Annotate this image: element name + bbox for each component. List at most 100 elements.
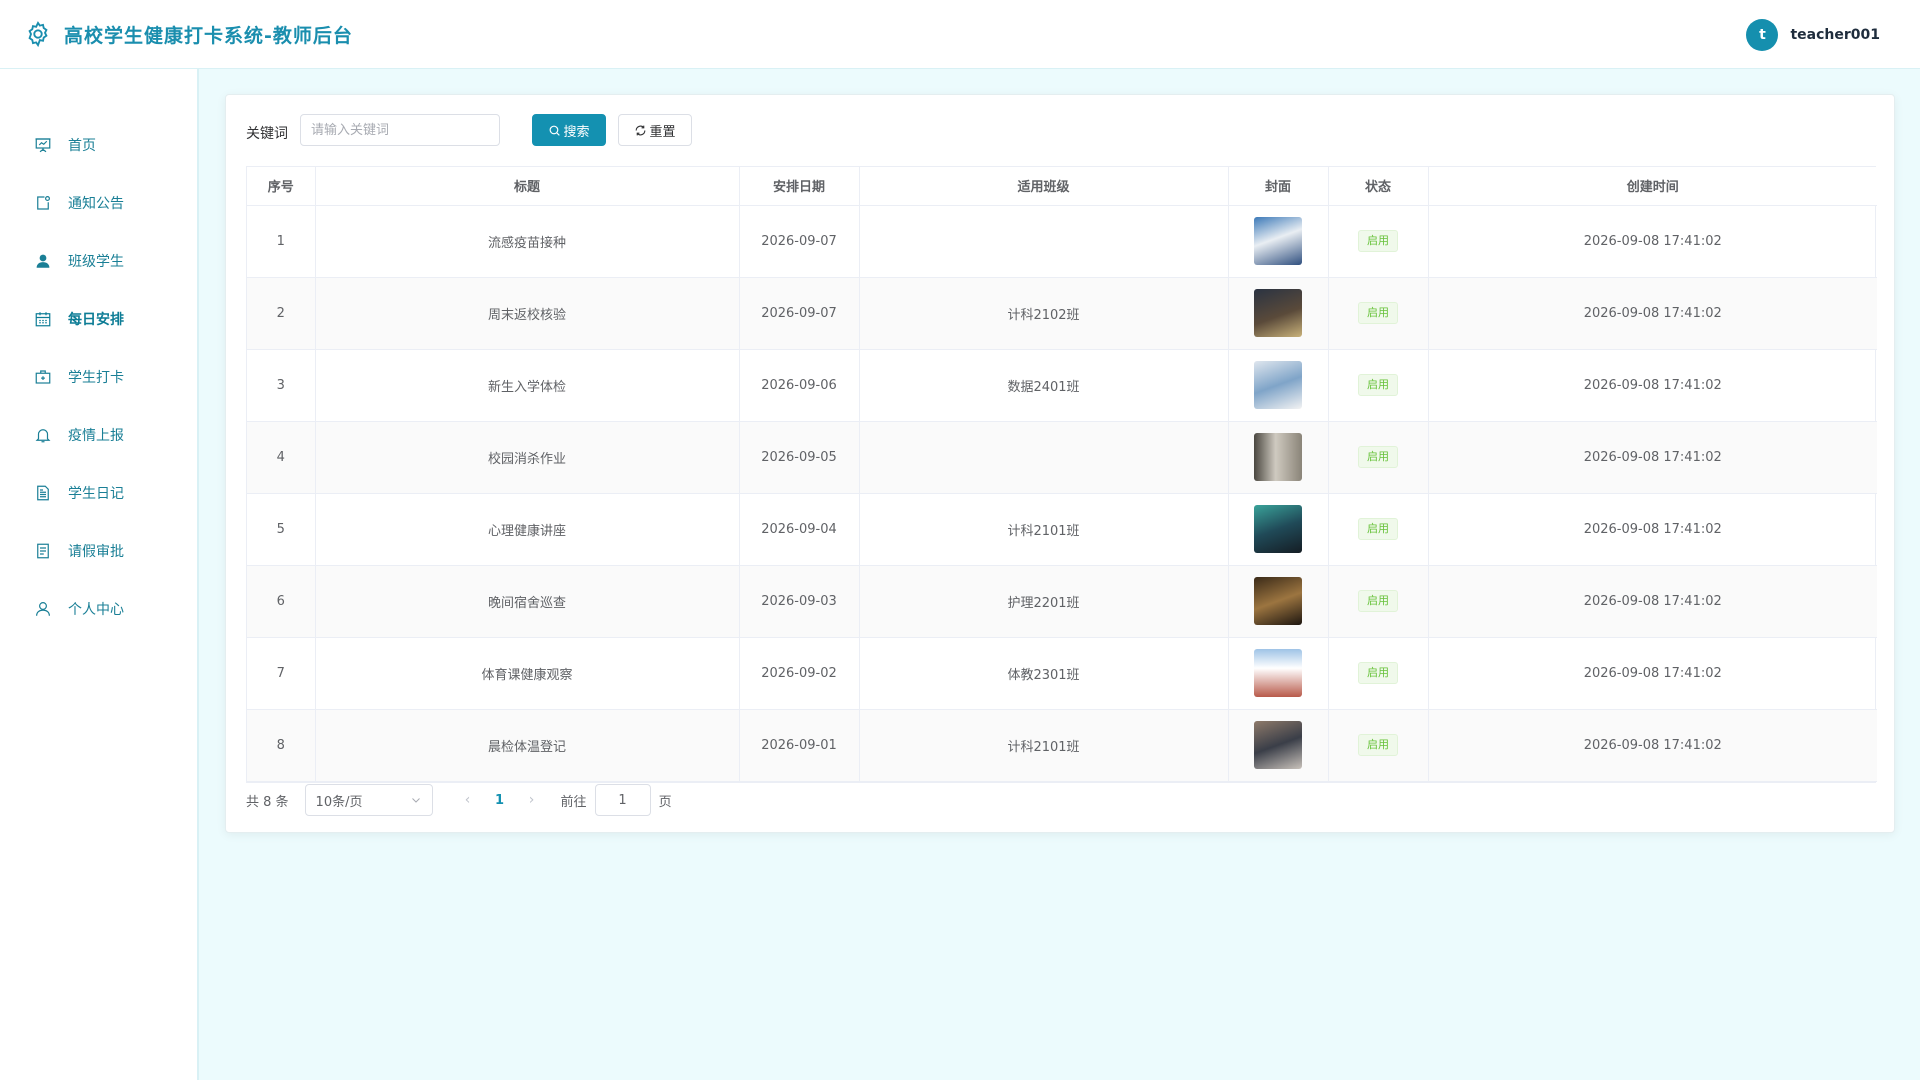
table-row[interactable]: 1 流感疫苗接种 2026-09-07 启用 2026-09-08 17:41:02 [247, 205, 1877, 278]
cell-index: 8 [247, 709, 316, 782]
table-row[interactable]: 3 新生入学体检 2026-09-06 数据2401班 启用 2026-09-08 17:… [247, 349, 1877, 422]
cell-status: 启用 [1328, 565, 1429, 638]
cell-date: 2026-09-04 [739, 493, 860, 566]
sidebar-item-label: 学生打卡 [68, 370, 124, 386]
schedule-table: 序号 标题 安排日期 适用班级 封面 状态 创建时间 1 流感疫苗接种 2026-0… [246, 166, 1877, 783]
sidebar-item-label: 每日安排 [68, 312, 124, 328]
table-row[interactable]: 4 校园消杀作业 2026-09-05 启用 2026-09-08 17:41:02 [247, 421, 1877, 494]
column-header[interactable]: 创建时间 [1428, 167, 1877, 206]
notice-icon [37, 196, 50, 210]
column-header[interactable]: 状态 [1328, 167, 1429, 206]
sidebar-item-students[interactable]: 班级学生 [0, 232, 197, 290]
cover-thumbnail[interactable] [1254, 217, 1302, 265]
cell-status: 启用 [1328, 493, 1429, 566]
username[interactable]: teacher001 [1790, 27, 1880, 43]
page-size-value: 10条/页 [315, 794, 363, 810]
status-badge: 启用 [1358, 662, 1398, 684]
cell-created: 2026-09-08 17:41:02 [1428, 349, 1877, 422]
cell-index: 2 [247, 277, 316, 350]
sidebar-item-label: 首页 [68, 138, 96, 154]
cell-date: 2026-09-03 [739, 565, 860, 638]
cover-thumbnail[interactable] [1254, 577, 1302, 625]
cell-date: 2026-09-01 [739, 709, 860, 782]
table-row[interactable]: 6 晚间宿舍巡查 2026-09-03 护理2201班 启用 2026-09-08 17:… [247, 565, 1877, 638]
column-header[interactable]: 标题 [315, 167, 740, 206]
sidebar-item-epidemic-report[interactable]: 疫情上报 [0, 406, 197, 464]
cover-thumbnail[interactable] [1254, 721, 1302, 769]
sidebar-item-label: 通知公告 [68, 196, 124, 212]
cell-title: 校园消杀作业 [315, 421, 740, 494]
cell-class: 体教2301班 [859, 637, 1229, 710]
avatar[interactable]: t [1746, 19, 1779, 51]
keyword-input[interactable] [300, 114, 500, 146]
cell-title: 心理健康讲座 [315, 493, 740, 566]
user-menu[interactable]: t teacher001 [1746, 19, 1880, 51]
sidebar-item-daily-schedule[interactable]: 每日安排 [0, 290, 197, 348]
sidebar-item-profile[interactable]: 个人中心 [0, 580, 197, 638]
top-header: 高校学生健康打卡系统-教师后台 t teacher001 [0, 0, 1920, 69]
column-header[interactable]: 序号 [247, 167, 316, 206]
table-row[interactable]: 5 心理健康讲座 2026-09-04 计科2101班 启用 2026-09-08 17:… [247, 493, 1877, 566]
cell-cover [1228, 493, 1329, 566]
reset-button-label: 重置 [649, 124, 676, 140]
pagination: 共 8 条 10条/页 ‹ 1 › 前往 页 [246, 784, 672, 816]
first-aid-kit-icon [35, 370, 51, 384]
column-header[interactable]: 封面 [1228, 167, 1329, 206]
status-badge: 启用 [1358, 590, 1398, 612]
cell-index: 5 [247, 493, 316, 566]
user-icon [36, 602, 50, 616]
cover-thumbnail[interactable] [1254, 505, 1302, 553]
cell-title: 流感疫苗接种 [315, 205, 740, 278]
refresh-icon [636, 125, 646, 135]
page-number-current[interactable]: 1 [483, 793, 517, 808]
gear-icon [28, 21, 48, 48]
next-page-button[interactable]: › [517, 792, 547, 808]
prev-page-button[interactable]: ‹ [453, 792, 483, 808]
cell-date: 2026-09-07 [739, 277, 860, 350]
cell-created: 2026-09-08 17:41:02 [1428, 205, 1877, 278]
cell-class: 计科2102班 [859, 277, 1229, 350]
cell-cover [1228, 277, 1329, 350]
cell-status: 启用 [1328, 277, 1429, 350]
presentation-icon [35, 138, 51, 153]
status-badge: 启用 [1358, 446, 1398, 468]
search-icon [550, 125, 561, 136]
sidebar-item-label: 学生日记 [68, 486, 124, 502]
status-badge: 启用 [1358, 518, 1398, 540]
sidebar-item-home[interactable]: 首页 [0, 116, 197, 174]
cell-created: 2026-09-08 17:41:02 [1428, 637, 1877, 710]
cell-index: 4 [247, 421, 316, 494]
cell-cover [1228, 565, 1329, 638]
cell-status: 启用 [1328, 205, 1429, 278]
column-header[interactable]: 安排日期 [739, 167, 860, 206]
goto-label: 前往 [560, 794, 587, 810]
sidebar-item-label: 疫情上报 [68, 428, 124, 444]
page-size-select[interactable]: 10条/页 [304, 784, 433, 816]
table-row[interactable]: 2 周末返校核验 2026-09-07 计科2102班 启用 2026-09-08 17:… [247, 277, 1877, 350]
sidebar-item-notice[interactable]: 通知公告 [0, 174, 197, 232]
cell-title: 新生入学体检 [315, 349, 740, 422]
sidebar-item-label: 请假审批 [68, 544, 124, 560]
goto-page-input[interactable] [594, 784, 651, 816]
cell-class [859, 421, 1229, 494]
sidebar: 首页 通知公告 班级学生 每日安排 学生打卡 疫情上报 学生日记 请假审批 个人… [0, 69, 199, 1080]
calendar-icon [35, 312, 51, 327]
table-row[interactable]: 8 晨检体温登记 2026-09-01 计科2101班 启用 2026-09-08 17:… [247, 709, 1877, 782]
sidebar-item-leave-approval[interactable]: 请假审批 [0, 522, 197, 580]
cell-date: 2026-09-05 [739, 421, 860, 494]
cover-thumbnail[interactable] [1254, 289, 1302, 337]
sidebar-item-label: 个人中心 [68, 602, 124, 618]
cell-cover [1228, 349, 1329, 422]
cover-thumbnail[interactable] [1254, 433, 1302, 481]
column-header[interactable]: 适用班级 [859, 167, 1229, 206]
cover-thumbnail[interactable] [1254, 649, 1302, 697]
search-button[interactable]: 搜索 [532, 114, 606, 146]
sidebar-item-checkin[interactable]: 学生打卡 [0, 348, 197, 406]
cover-thumbnail[interactable] [1254, 361, 1302, 409]
sidebar-item-diary[interactable]: 学生日记 [0, 464, 197, 522]
bell-icon [35, 429, 51, 443]
cell-status: 启用 [1328, 637, 1429, 710]
table-row[interactable]: 7 体育课健康观察 2026-09-02 体教2301班 启用 2026-09-08 17… [247, 637, 1877, 710]
reset-button[interactable]: 重置 [618, 114, 692, 146]
search-button-label: 搜索 [563, 124, 590, 140]
